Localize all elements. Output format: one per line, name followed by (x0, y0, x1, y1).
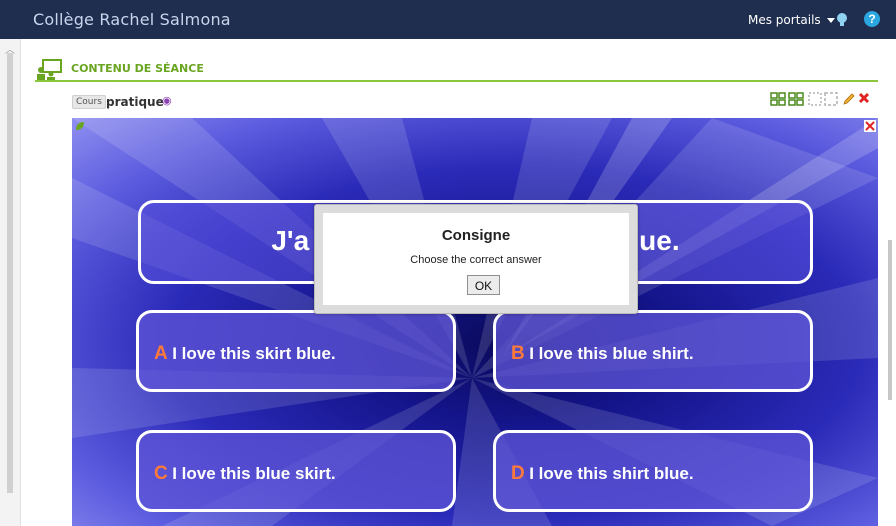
ok-button[interactable]: OK (467, 275, 500, 295)
help-icon[interactable]: ? (864, 11, 880, 27)
portals-menu[interactable]: Mes portails (748, 13, 835, 27)
answer-letter: D (511, 463, 525, 484)
section-divider (35, 80, 878, 82)
copy-grid-icon[interactable] (770, 92, 786, 106)
section-title: CONTENU DE SÉANCE (71, 62, 204, 75)
activity-stage: J'a ue. A I love this skirt blue. B I lov… (72, 118, 878, 526)
classroom-icon (37, 59, 62, 81)
answer-letter: A (154, 343, 168, 364)
right-scrollbar[interactable] (888, 240, 892, 400)
course-name[interactable]: pratique (106, 95, 164, 109)
answer-letter: C (154, 463, 168, 484)
scroll-thumb[interactable] (7, 53, 13, 493)
delete-x-icon[interactable] (858, 92, 870, 104)
dialog-message: Choose the correct answer (410, 254, 542, 266)
move-grid-icon[interactable] (788, 92, 804, 106)
answer-text: I love this blue shirt. (529, 344, 694, 363)
answer-d[interactable]: D I love this shirt blue. (493, 430, 813, 512)
leaf-icon (76, 122, 84, 130)
fullscreen-icon[interactable] (864, 120, 876, 132)
caret-down-icon (826, 18, 835, 23)
left-scrollbar[interactable]: ︿ (0, 39, 21, 526)
resize-icon[interactable] (824, 92, 838, 106)
answer-a[interactable]: A I love this skirt blue. (136, 310, 456, 392)
dialog-body: Consigne Choose the correct answer OK (323, 213, 629, 305)
dialog-title: Consigne (441, 227, 511, 244)
course-type-badge: Cours (72, 95, 106, 109)
instruction-dialog: Consigne Choose the correct answer OK (314, 204, 638, 314)
answer-text: I love this skirt blue. (172, 344, 336, 363)
bulb-icon[interactable] (835, 12, 849, 28)
question-text-left: J'a (271, 225, 310, 256)
edit-pencil-icon[interactable] (842, 92, 856, 106)
answer-letter: B (511, 343, 525, 364)
top-bar: Collège Rachel Salmona Mes portails ? (0, 0, 896, 39)
select-icon[interactable] (808, 92, 822, 106)
question-text-right: ue. (639, 225, 680, 256)
answer-text: I love this shirt blue. (529, 464, 694, 483)
eye-icon[interactable]: ◉ (162, 94, 172, 107)
portals-label: Mes portails (748, 13, 821, 27)
school-name[interactable]: Collège Rachel Salmona (33, 10, 231, 29)
answer-text: I love this blue skirt. (172, 464, 336, 483)
answer-b[interactable]: B I love this blue shirt. (493, 310, 813, 392)
answer-c[interactable]: C I love this blue skirt. (136, 430, 456, 512)
